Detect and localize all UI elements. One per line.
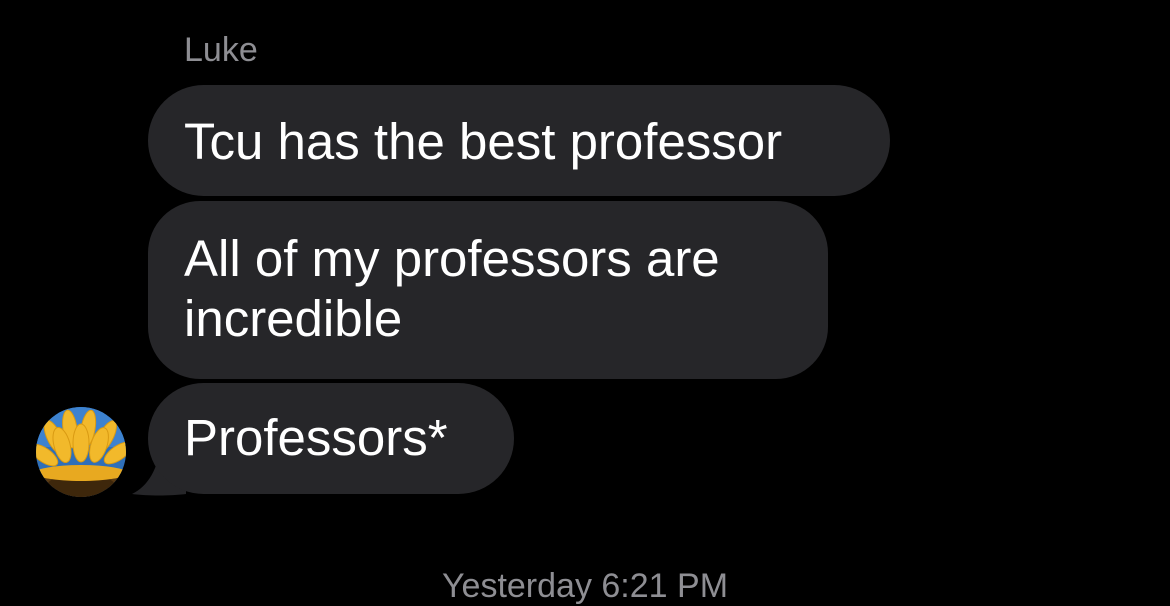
message-bubble[interactable]: All of my professors are incredible xyxy=(148,201,828,379)
message-text: Tcu has the best professor xyxy=(184,113,783,170)
message-text: Professors* xyxy=(184,409,448,466)
message-bubble[interactable]: Professors* xyxy=(148,383,514,494)
message-text: All of my professors are incredible xyxy=(184,230,720,347)
sender-name: Luke xyxy=(184,31,258,69)
timestamp: Yesterday 6:21 PM xyxy=(441,567,729,605)
message-bubble[interactable]: Tcu has the best professor xyxy=(148,85,890,196)
sunflower-avatar-icon[interactable] xyxy=(36,407,126,497)
